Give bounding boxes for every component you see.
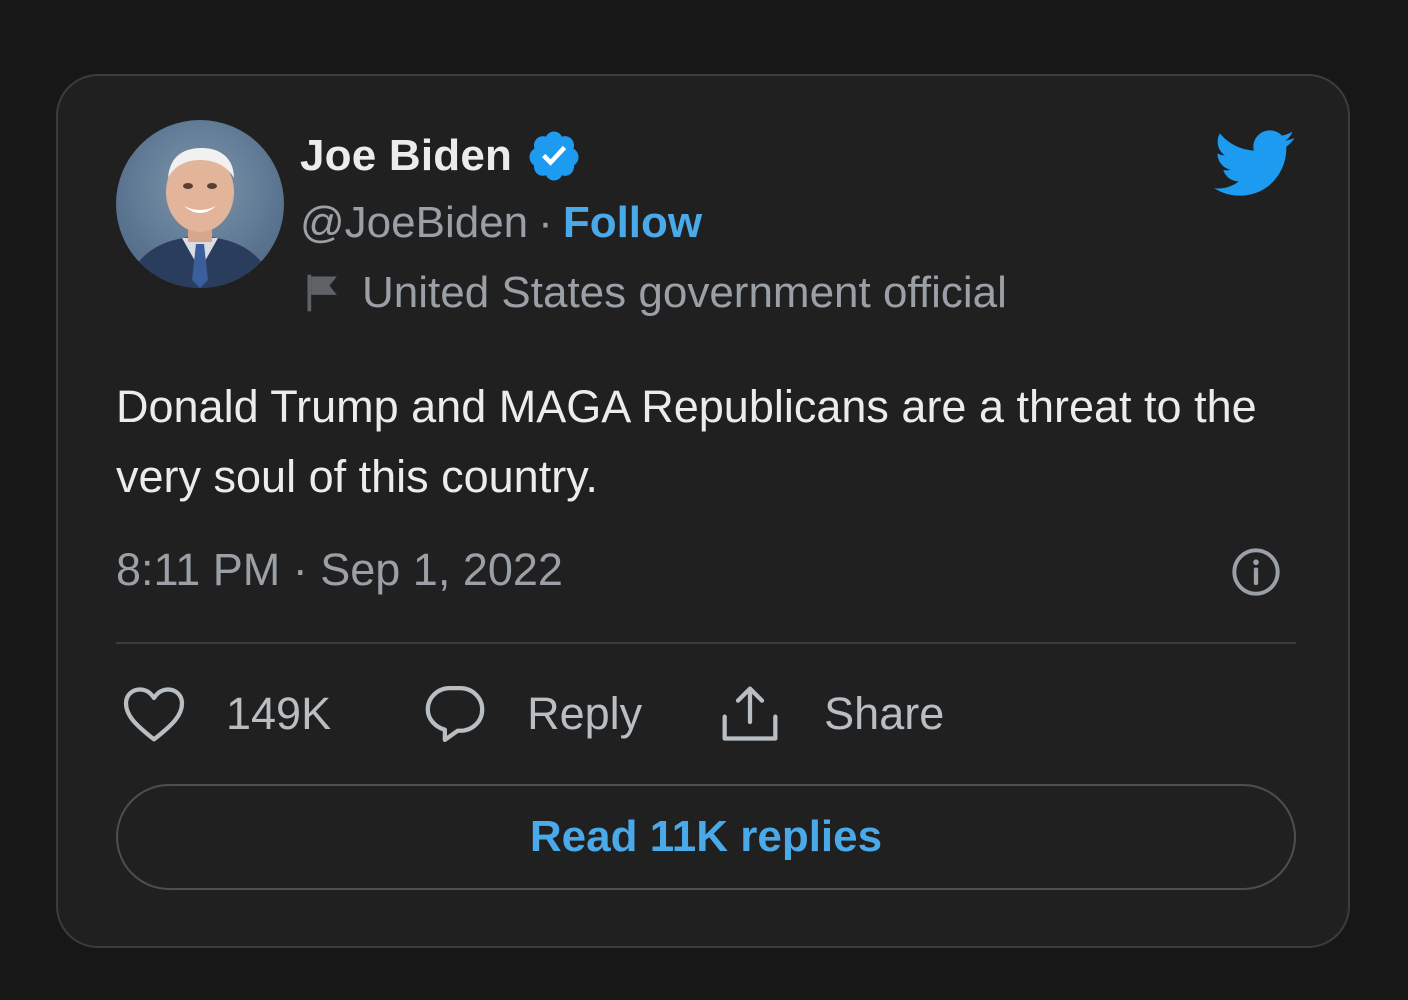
author-name[interactable]: Joe Biden <box>300 131 512 181</box>
share-button[interactable]: Share <box>718 682 944 746</box>
author-handle[interactable]: @JoeBiden <box>300 198 528 248</box>
tweet-card: Joe Biden @JoeBiden · Follow United Stat… <box>56 74 1350 948</box>
account-label[interactable]: United States government official <box>362 268 1007 318</box>
divider <box>116 642 1296 644</box>
share-icon <box>722 686 778 741</box>
heart-icon <box>123 687 185 742</box>
action-bar: 149K Reply Share <box>122 682 944 746</box>
like-count: 149K <box>226 688 332 739</box>
avatar[interactable] <box>116 120 284 288</box>
share-label: Share <box>824 688 945 739</box>
flag-icon <box>307 274 337 312</box>
reply-label: Reply <box>527 688 643 739</box>
info-icon[interactable] <box>1230 546 1282 598</box>
tweet-text: Donald Trump and MAGA Republicans are a … <box>116 381 1257 502</box>
speech-bubble-icon <box>425 686 485 742</box>
author-handle-row: @JoeBiden · Follow <box>300 198 702 248</box>
tweet-timestamp[interactable]: 8:11 PM · Sep 1, 2022 <box>116 544 563 596</box>
like-button[interactable]: 149K <box>122 684 331 744</box>
verified-badge-icon <box>529 131 579 181</box>
account-label-row: United States government official <box>302 268 1007 318</box>
follow-button[interactable]: Follow <box>563 198 702 248</box>
reply-button[interactable]: Reply <box>423 683 642 745</box>
separator-dot: · <box>538 198 553 247</box>
read-replies-button[interactable]: Read 11K replies <box>116 784 1296 890</box>
author-name-row: Joe Biden <box>300 130 582 182</box>
twitter-bird-icon[interactable] <box>1214 130 1296 198</box>
